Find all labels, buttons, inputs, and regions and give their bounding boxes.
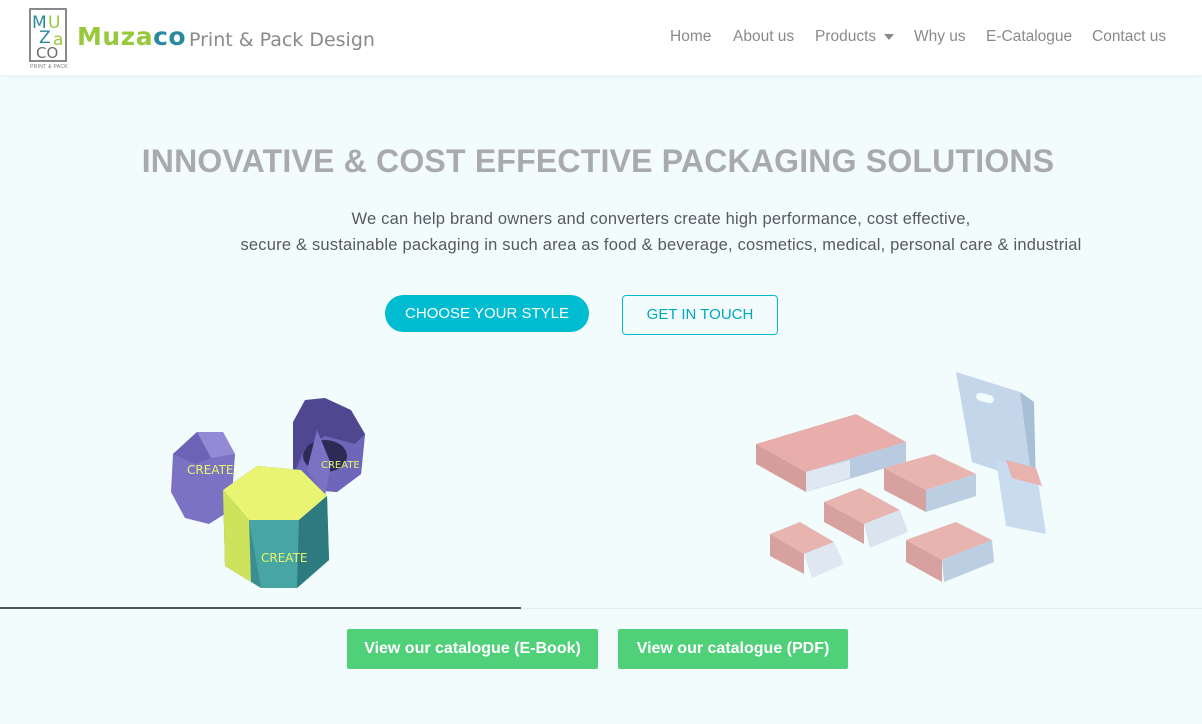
brand-name-part2: co xyxy=(153,22,187,51)
view-catalogue-ebook-button[interactable]: View our catalogue (E-Book) xyxy=(347,629,598,669)
brand-tagline: Print & Pack Design xyxy=(189,29,375,51)
hero-description-line2: secure & sustainable packaging in such a… xyxy=(240,236,1082,254)
view-catalogue-pdf-button[interactable]: View our catalogue (PDF) xyxy=(618,629,848,669)
nav-home[interactable]: Home xyxy=(670,28,711,46)
get-in-touch-button[interactable]: GET IN TOUCH xyxy=(622,295,778,335)
logo-mark[interactable]: M U Z a CO xyxy=(29,8,67,62)
hexagon-boxes-image: CREATE CREATE CREATE xyxy=(171,398,365,588)
box-label: CREATE xyxy=(321,460,360,471)
section-divider xyxy=(0,607,521,609)
nav-products[interactable]: Products xyxy=(815,28,876,46)
nav-about[interactable]: About us xyxy=(733,28,794,46)
logo-letter: CO xyxy=(36,44,59,62)
section-divider xyxy=(521,608,1202,609)
site-header: M U Z a CO PRINT & PACK Muzaco Print & P… xyxy=(0,0,1202,75)
hero-title: INNOVATIVE & COST EFFECTIVE PACKAGING SO… xyxy=(141,143,1055,179)
brand-name[interactable]: Muzaco xyxy=(77,22,186,51)
brand-name-part1: Muza xyxy=(77,22,154,51)
nav-e-catalogue[interactable]: E-Catalogue xyxy=(986,28,1072,46)
nav-why-us[interactable]: Why us xyxy=(914,28,966,46)
logo-subtext: PRINT & PACK xyxy=(30,64,68,70)
drawer-boxes-image xyxy=(756,372,1046,582)
chevron-down-icon[interactable] xyxy=(884,34,894,40)
choose-style-button[interactable]: CHOOSE YOUR STYLE xyxy=(385,295,589,332)
nav-contact[interactable]: Contact us xyxy=(1092,28,1166,46)
box-label: CREATE xyxy=(261,551,308,565)
hero-description-line1: We can help brand owners and converters … xyxy=(351,210,971,228)
box-label: CREATE xyxy=(187,463,234,477)
